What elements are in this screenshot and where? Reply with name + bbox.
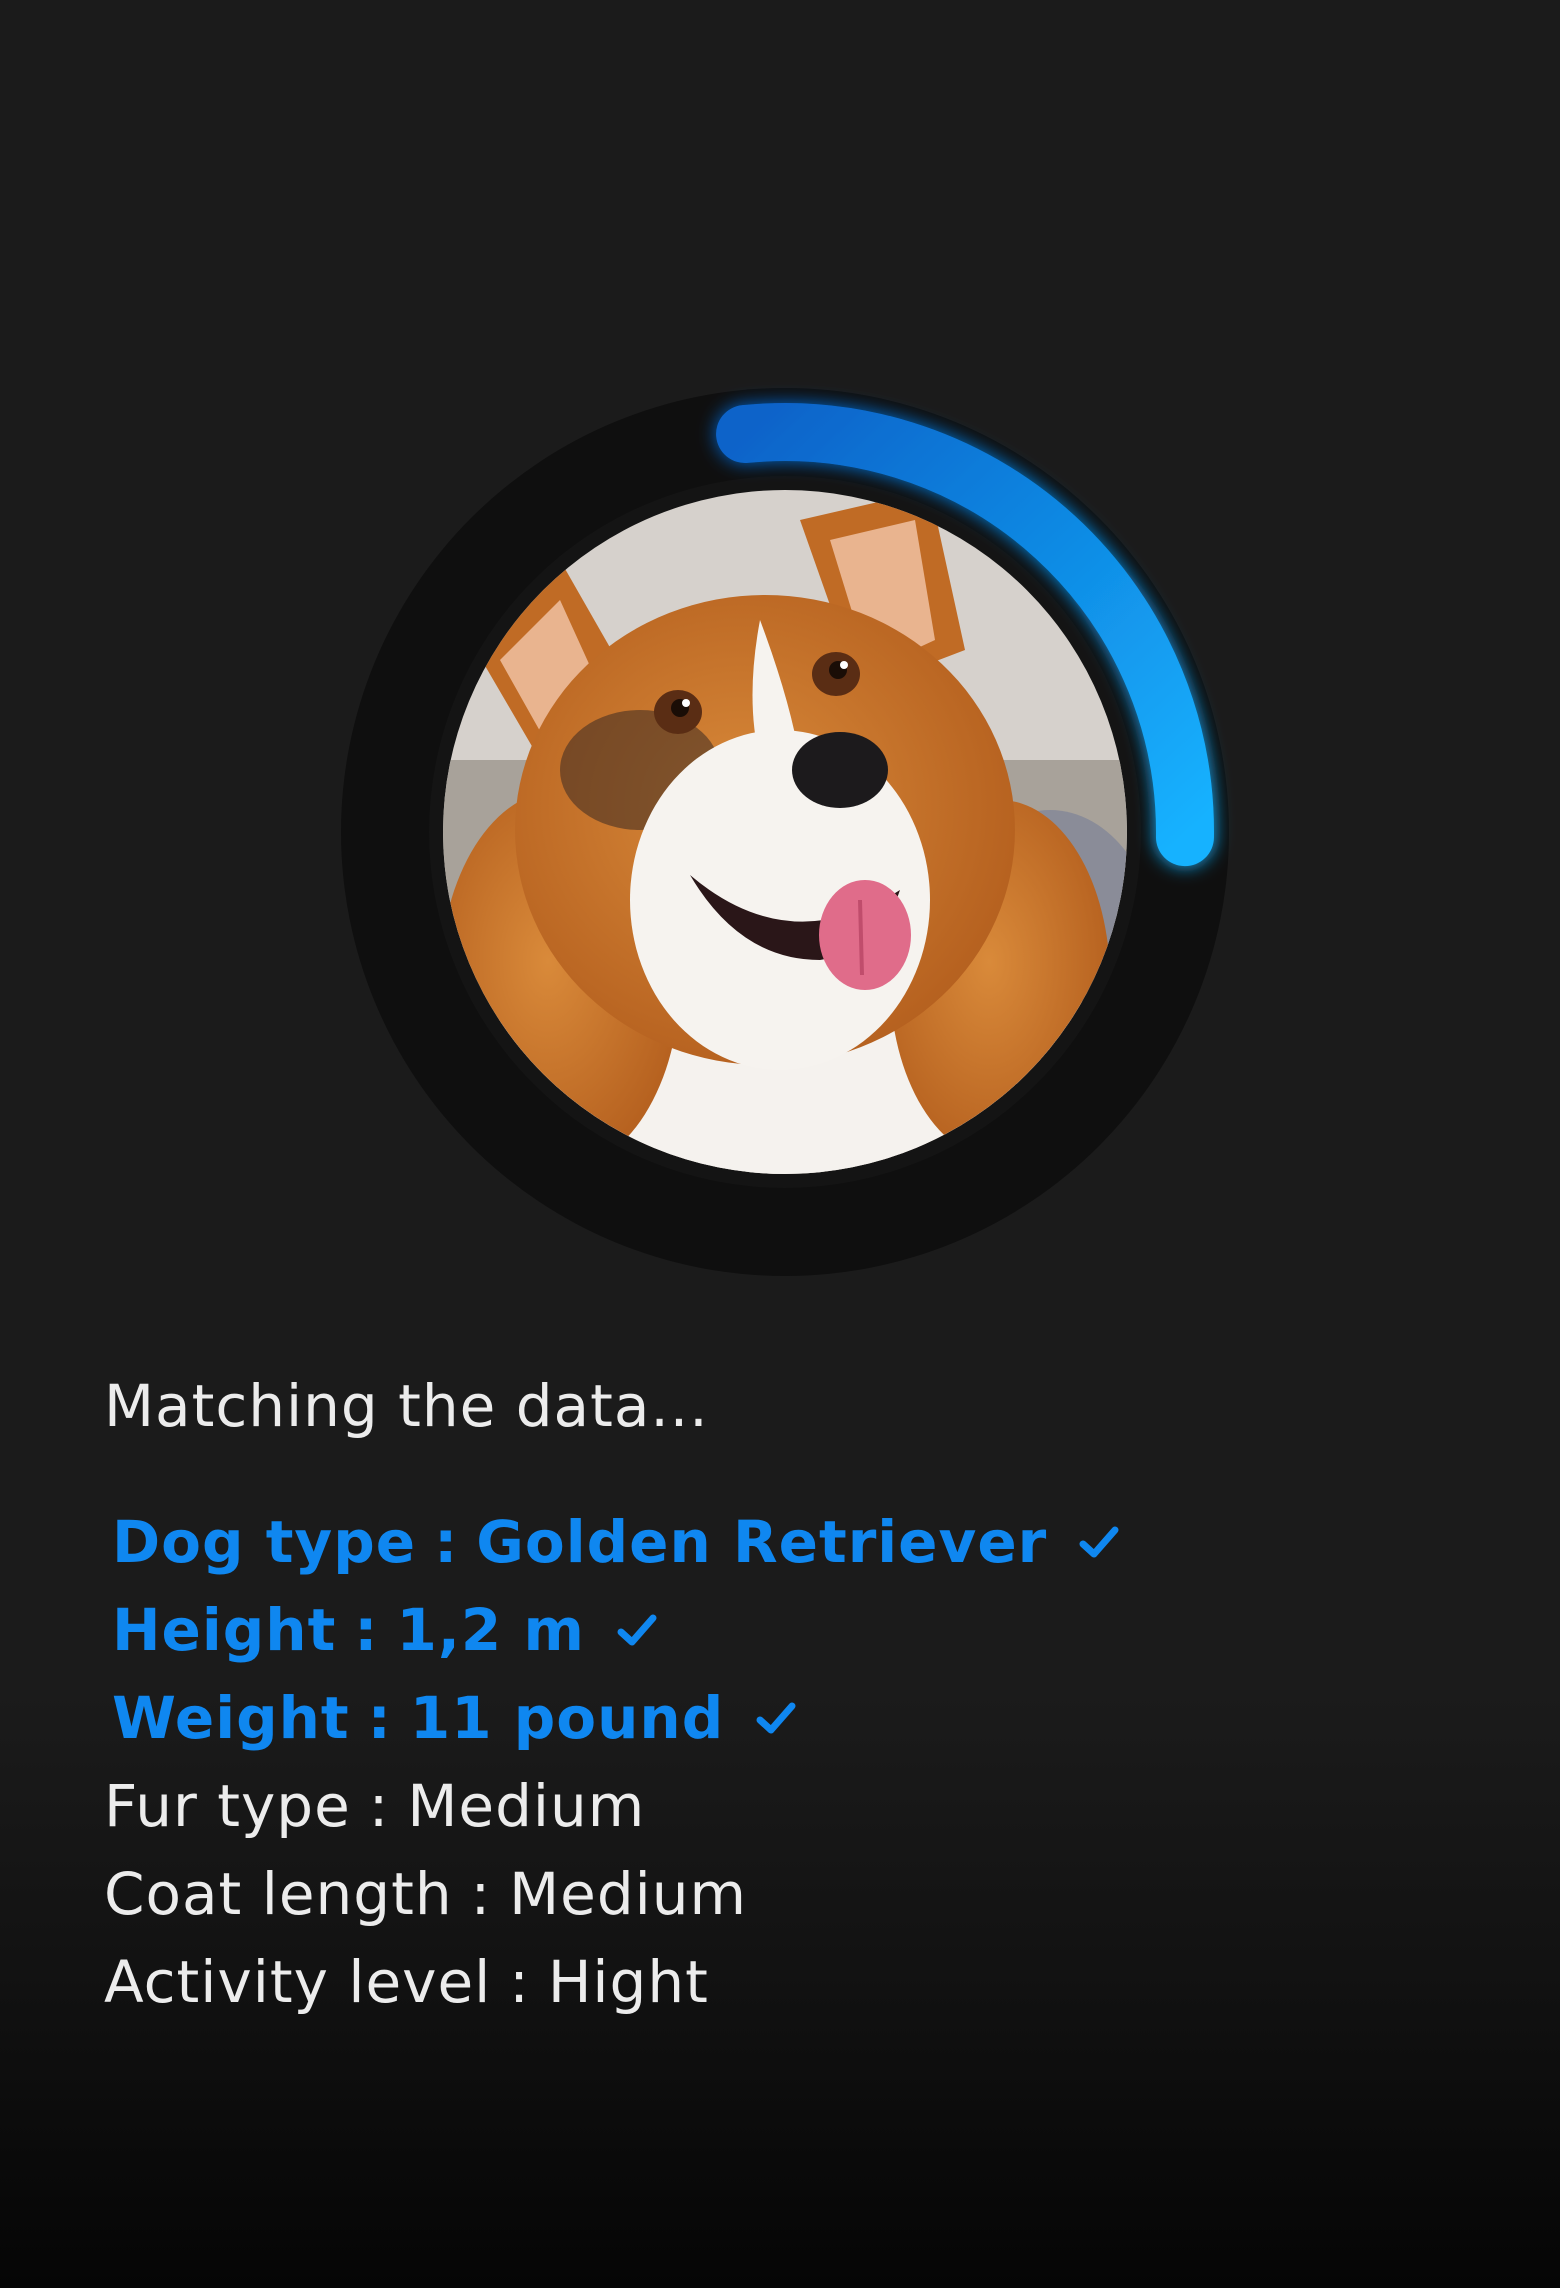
attribute-value: Medium	[407, 1772, 646, 1840]
scan-progress	[0, 0, 1560, 1300]
attribute-label: Activity level	[104, 1948, 492, 2016]
attribute-list: Dog type: Golden Retriever Height:1,2 m Wei…	[104, 1498, 1123, 2026]
attribute-row: Height:1,2 m	[104, 1586, 1123, 1674]
screen: Matching the data... Dog type: Golden Ret…	[0, 0, 1560, 2288]
attribute-separator: :	[470, 1860, 492, 1928]
attribute-label: Coat length	[104, 1860, 453, 1928]
attribute-separator: :	[368, 1772, 390, 1840]
attribute-separator: :	[434, 1508, 459, 1576]
attribute-label: Dog type	[112, 1508, 417, 1576]
attribute-row: Weight:11 pound	[104, 1674, 1123, 1762]
attribute-row: Fur type: Medium	[104, 1762, 1123, 1850]
attribute-separator: :	[367, 1684, 392, 1752]
check-icon	[756, 1702, 796, 1734]
check-icon	[1079, 1526, 1119, 1558]
attribute-separator: :	[509, 1948, 530, 2016]
attribute-value: 1,2 m	[396, 1596, 585, 1664]
attribute-separator: :	[354, 1596, 379, 1664]
attribute-value: Golden Retriever	[476, 1508, 1048, 1576]
attribute-value: 11 pound	[409, 1684, 725, 1752]
check-icon	[617, 1614, 657, 1646]
attribute-row: Dog type: Golden Retriever	[104, 1498, 1123, 1586]
status-text: Matching the data...	[104, 1372, 709, 1440]
progress-ring	[341, 388, 1229, 1276]
attribute-label: Height	[112, 1596, 337, 1664]
attribute-row: Coat length: Medium	[104, 1850, 1123, 1938]
attribute-row: Activity level: Hight	[104, 1938, 1123, 2026]
attribute-label: Fur type	[104, 1772, 351, 1840]
attribute-label: Weight	[112, 1684, 350, 1752]
attribute-value: Medium	[509, 1860, 748, 1928]
attribute-value: Hight	[547, 1948, 709, 2016]
